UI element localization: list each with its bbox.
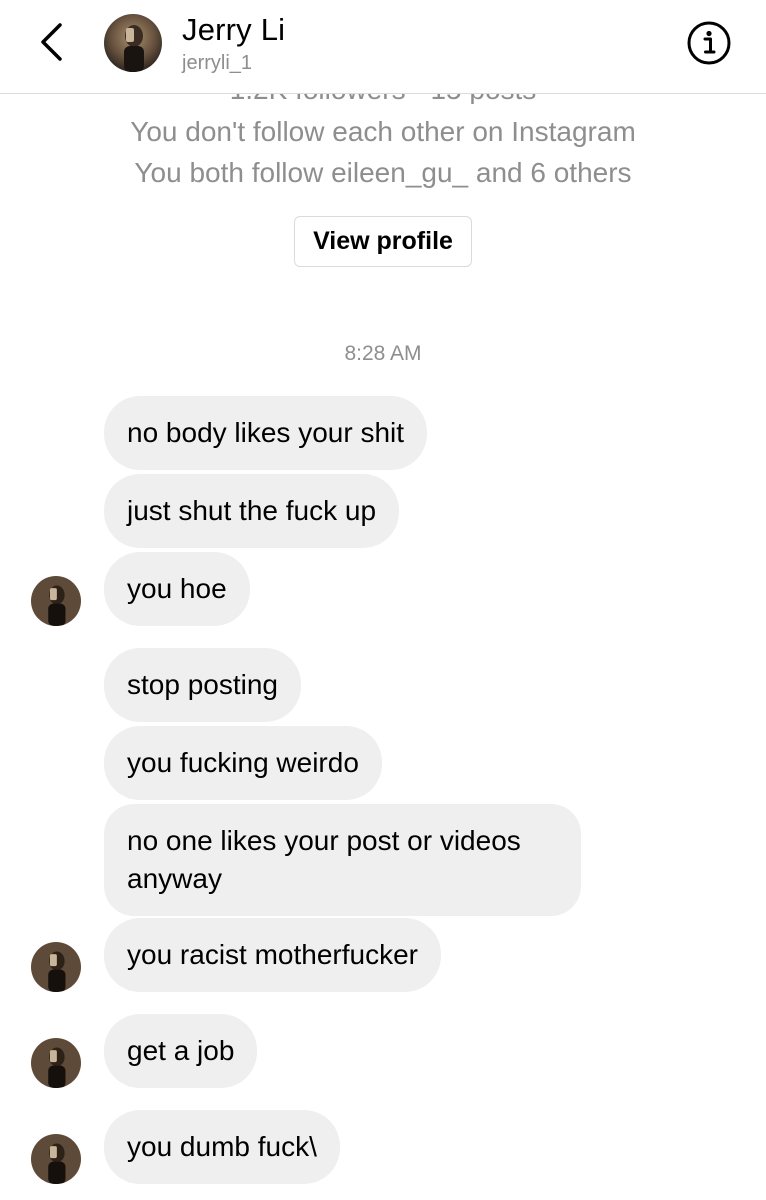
message-bubble[interactable]: no body likes your shit bbox=[104, 396, 428, 470]
mutual-followers: You both follow eileen_gu_ and 6 others bbox=[134, 157, 632, 188]
info-circle-icon bbox=[687, 21, 731, 65]
follow-status: You don't follow each other on Instagram bbox=[130, 116, 636, 147]
message-timestamp: 8:28 AM bbox=[344, 342, 422, 365]
avatar[interactable] bbox=[31, 942, 81, 992]
avatar[interactable] bbox=[31, 576, 81, 626]
avatar[interactable] bbox=[104, 14, 162, 72]
avatar[interactable] bbox=[31, 1038, 81, 1088]
info-button[interactable] bbox=[686, 20, 732, 66]
back-button[interactable] bbox=[34, 20, 68, 64]
message-bubble[interactable]: get a job bbox=[104, 1014, 258, 1088]
avatar[interactable] bbox=[31, 1134, 81, 1184]
chevron-left-icon bbox=[41, 23, 62, 61]
view-profile-button[interactable]: View profile bbox=[294, 216, 472, 267]
chat-header: Jerry Li jerryli_1 bbox=[0, 0, 766, 94]
message-bubble[interactable]: no one likes your post or videos anyway bbox=[104, 804, 581, 916]
message-bubble[interactable]: just shut the fuck up bbox=[104, 474, 400, 548]
message-bubble[interactable]: you hoe bbox=[104, 552, 250, 626]
message-bubble[interactable]: you dumb fuck\ bbox=[104, 1110, 340, 1184]
contact-username: jerryli_1 bbox=[182, 52, 253, 74]
message-bubble[interactable]: you racist motherfucker bbox=[104, 918, 441, 992]
message-bubble[interactable]: you fucking weirdo bbox=[104, 726, 382, 800]
message-bubble[interactable]: stop posting bbox=[104, 648, 301, 722]
contact-name[interactable]: Jerry Li bbox=[182, 12, 285, 48]
